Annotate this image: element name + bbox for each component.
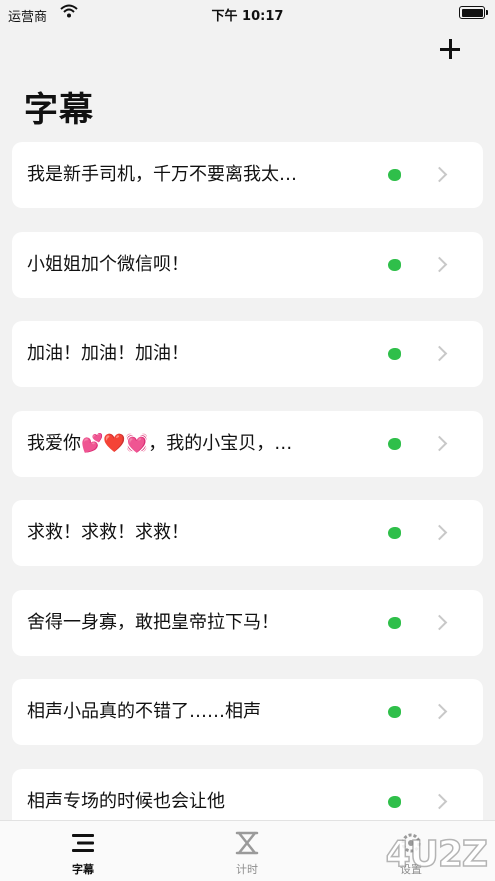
status-dot-icon xyxy=(388,169,401,181)
chevron-right-icon xyxy=(431,166,448,183)
add-subtitle-button[interactable] xyxy=(435,34,465,64)
status-bar: 运营商 下午 10:17 xyxy=(0,0,495,28)
chevron-right-icon xyxy=(431,435,448,451)
page-title: 字幕 xyxy=(24,90,94,130)
status-dot-icon xyxy=(388,258,401,271)
chevron-right-icon xyxy=(431,256,448,272)
subtitle-text: 求救！求救！求救！ xyxy=(27,522,189,543)
status-dot-icon xyxy=(388,348,401,360)
status-time: 下午 10:17 xyxy=(211,9,284,24)
chevron-right-icon xyxy=(431,703,448,720)
subtitle-text: 我是新手司机，千万不要离我太… xyxy=(27,164,297,185)
watermark-logo: 4U2Z xyxy=(385,833,489,876)
subtitle-text: 相声小品真的不错了……相声 xyxy=(27,701,261,722)
subtitle-row[interactable]: 求救！求救！求救！ xyxy=(12,500,483,566)
subtitle-row[interactable]: 相声小品真的不错了……相声 xyxy=(12,679,483,745)
status-dot-icon xyxy=(388,706,401,718)
tab-label: 计时 xyxy=(236,863,258,876)
subtitle-text: 小姐姐加个微信呗！ xyxy=(27,253,189,275)
chevron-right-icon xyxy=(431,524,448,541)
status-dot-icon xyxy=(388,527,401,539)
chevron-right-icon xyxy=(431,614,448,630)
subtitle-row[interactable]: 小姐姐加个微信呗！ xyxy=(12,231,483,298)
chevron-right-icon xyxy=(431,793,448,809)
status-dot-icon xyxy=(388,437,401,450)
subtitle-list: 我是新手司机，千万不要离我太… 小姐姐加个微信呗！ 加油！加油！加油！ 我爱你💕… xyxy=(12,142,483,858)
battery-icon xyxy=(459,6,488,19)
subtitle-text: 加油！加油！加油！ xyxy=(27,343,189,364)
status-dot-icon xyxy=(388,616,401,629)
subtitle-row[interactable]: 加油！加油！加油！ xyxy=(12,321,483,387)
subtitles-icon xyxy=(72,834,94,852)
tab-timer[interactable]: 计时 xyxy=(197,821,297,881)
chevron-right-icon xyxy=(431,345,448,362)
subtitle-text: 舍得一身寡，敢把皇帝拉下马！ xyxy=(27,611,279,633)
hourglass-icon xyxy=(235,831,259,855)
tab-label: 字幕 xyxy=(72,863,94,876)
subtitle-row[interactable]: 舍得一身寡，敢把皇帝拉下马！ xyxy=(12,589,483,656)
tab-subtitles[interactable]: 字幕 xyxy=(33,821,133,881)
status-dot-icon xyxy=(388,795,401,808)
subtitle-row[interactable]: 我是新手司机，千万不要离我太… xyxy=(12,142,483,208)
subtitle-row[interactable]: 我爱你💕❤️💓，我的小宝贝，… xyxy=(12,410,483,477)
subtitle-text: 我爱你💕❤️💓，我的小宝贝，… xyxy=(27,432,293,454)
